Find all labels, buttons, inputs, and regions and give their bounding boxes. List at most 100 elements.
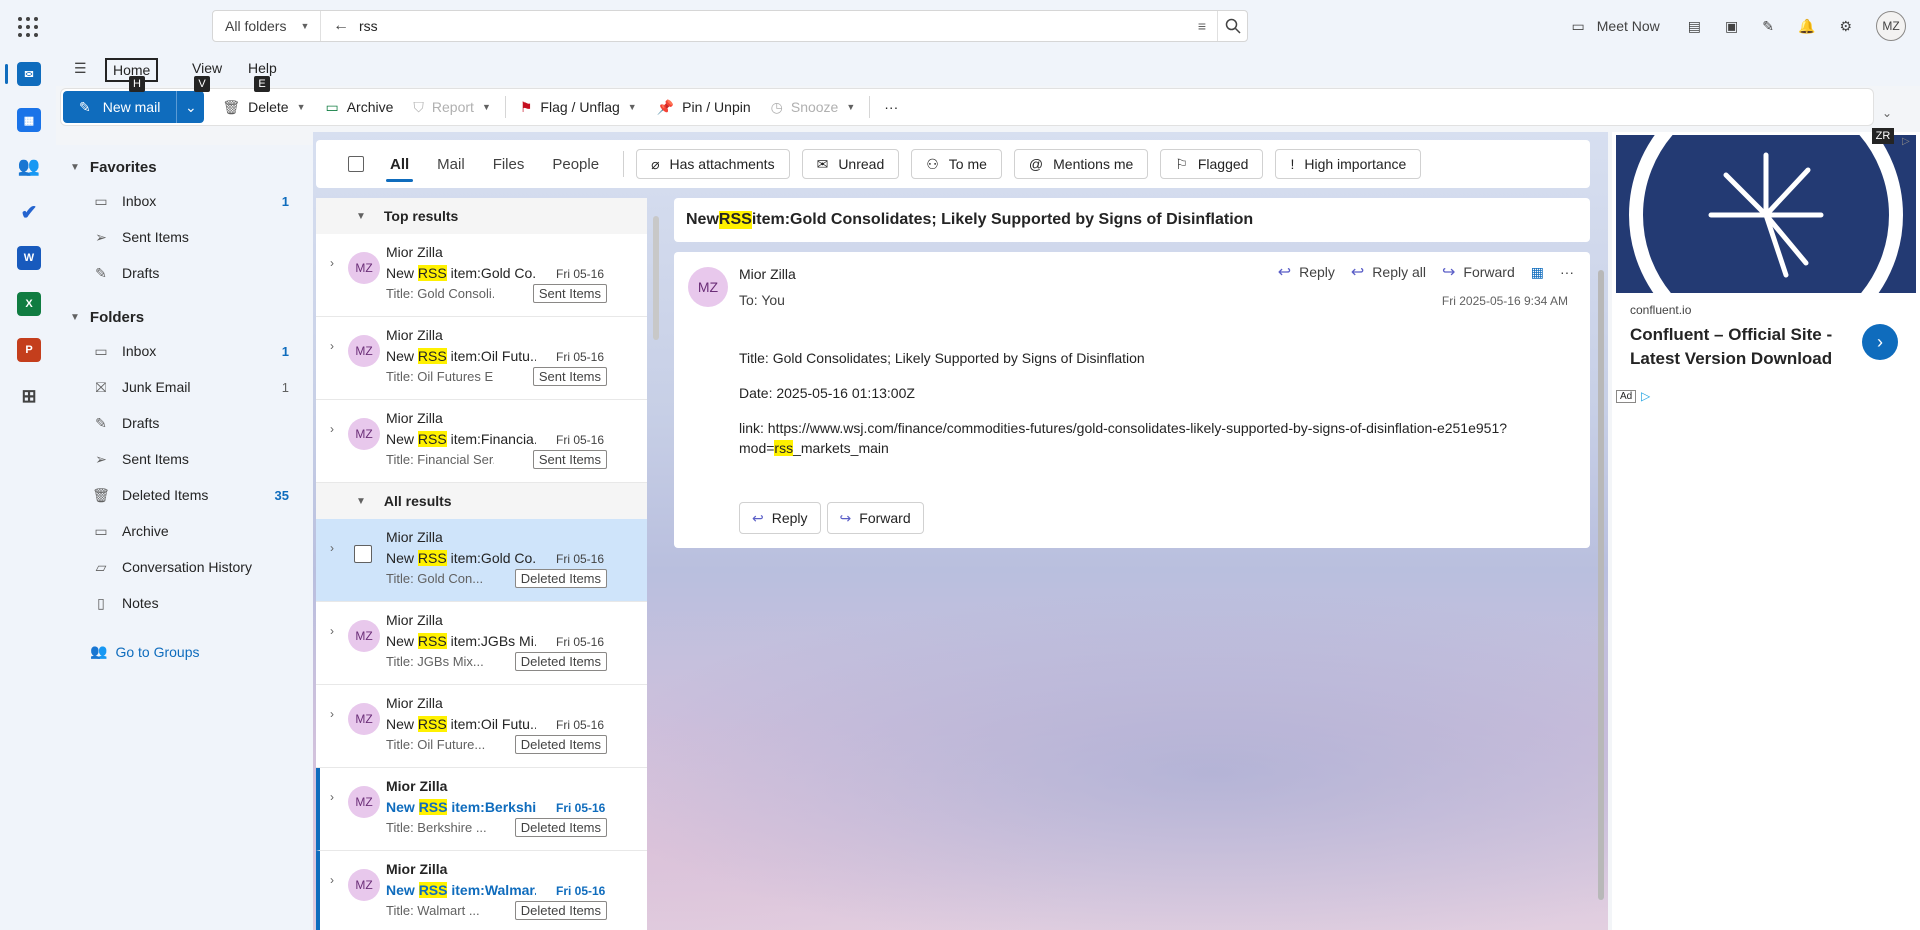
- back-arrow-icon[interactable]: ←: [333, 17, 349, 35]
- ad-title[interactable]: Confluent – Official Site - Latest Versi…: [1630, 323, 1850, 371]
- reply-button[interactable]: ↩ Reply: [1278, 262, 1335, 282]
- list-item[interactable]: › MZ Mior Zilla New RSS item:JGBs Mi... …: [316, 602, 647, 685]
- chevron-right-icon[interactable]: ›: [330, 422, 334, 436]
- chevron-down-icon: ▼: [627, 102, 637, 112]
- select-checkbox[interactable]: [354, 545, 372, 563]
- folder-conversation-history[interactable]: ▱ Conversation History: [56, 549, 313, 585]
- folder-junk-email[interactable]: ⛝ Junk Email 1: [56, 369, 313, 405]
- feedback-icon[interactable]: ✎: [1762, 18, 1774, 35]
- reply-all-button[interactable]: ↩ Reply all: [1351, 262, 1426, 282]
- filter-unread[interactable]: ✉ Unread: [801, 149, 900, 179]
- tab-files[interactable]: Files: [493, 140, 525, 188]
- filter-to-me[interactable]: ⚇ To me: [911, 149, 1002, 179]
- bell-icon[interactable]: 🔔: [1798, 18, 1815, 35]
- report-button[interactable]: ⛉ Report ▼: [403, 91, 500, 123]
- flag-unflag-button[interactable]: ⚑ Flag / Unflag ▼: [510, 91, 647, 123]
- more-apps-icon[interactable]: ⊞: [17, 384, 41, 408]
- tab-all[interactable]: All: [385, 140, 414, 188]
- search-scope-dropdown[interactable]: All folders ▼: [213, 11, 321, 41]
- chevron-right-icon[interactable]: ›: [330, 873, 334, 887]
- filter-flagged[interactable]: ⚐ Flagged: [1160, 149, 1264, 179]
- list-item[interactable]: › MZ Mior Zilla New RSS item:Financia...…: [316, 400, 647, 483]
- folder-inbox[interactable]: ▭ Inbox 1: [56, 333, 313, 369]
- reading-scrollbar[interactable]: [1598, 270, 1604, 900]
- top-results-header[interactable]: ▼ Top results: [316, 198, 647, 234]
- folder-archive[interactable]: ▭ Archive: [56, 513, 313, 549]
- avatar: MZ: [688, 267, 728, 307]
- search-icon[interactable]: [1217, 11, 1247, 41]
- filter-icon[interactable]: ≡: [1187, 18, 1217, 34]
- list-item[interactable]: › MZ Mior Zilla New RSS item:Gold Co... …: [316, 234, 647, 317]
- powerpoint-app-icon[interactable]: P: [17, 338, 41, 362]
- archive-button[interactable]: ▭ Archive: [315, 91, 403, 123]
- sender-name[interactable]: Mior Zilla: [739, 266, 796, 282]
- chevron-right-icon[interactable]: ›: [330, 541, 334, 555]
- meet-now-button[interactable]: ▭ Meet Now: [1572, 18, 1660, 35]
- folder-deleted-items[interactable]: 🗑 Deleted Items 35: [56, 477, 313, 513]
- list-item[interactable]: › MZ Mior Zilla New RSS item:Berkshi... …: [316, 768, 647, 851]
- tab-mail[interactable]: Mail: [437, 140, 465, 188]
- chevron-right-icon[interactable]: ›: [330, 790, 334, 804]
- list-item[interactable]: › Mior Zilla New RSS item:Gold Co... Fri…: [316, 519, 647, 602]
- ad-info-icon[interactable]: ▷: [1902, 136, 1910, 147]
- favorite-drafts[interactable]: ✎ Drafts: [56, 255, 313, 291]
- more-icon[interactable]: ···: [1560, 264, 1574, 280]
- more-options-button[interactable]: ···: [874, 91, 908, 123]
- delete-button[interactable]: 🗑 Delete ▼: [212, 91, 315, 123]
- mail-app-icon[interactable]: ✉: [5, 62, 41, 86]
- avatar: MZ: [348, 703, 380, 735]
- list-scrollbar[interactable]: [653, 216, 659, 340]
- ribbon-collapse-icon[interactable]: ⌄: [1882, 106, 1892, 120]
- favorite-inbox[interactable]: ▭ Inbox 1: [56, 183, 313, 219]
- account-avatar[interactable]: MZ: [1876, 11, 1906, 41]
- chevron-right-icon[interactable]: ›: [1862, 324, 1898, 360]
- select-all-checkbox[interactable]: [348, 156, 364, 172]
- word-app-icon[interactable]: W: [17, 246, 41, 270]
- list-item[interactable]: › MZ Mior Zilla New RSS item:Oil Futu...…: [316, 685, 647, 768]
- list-item[interactable]: › MZ Mior Zilla New RSS item:Oil Futu...…: [316, 317, 647, 400]
- chevron-right-icon[interactable]: ›: [330, 339, 334, 353]
- favorite-sent-items[interactable]: ➢ Sent Items: [56, 219, 313, 255]
- apps-icon[interactable]: ▦: [1531, 264, 1544, 281]
- folder-tag: Sent Items: [532, 284, 607, 303]
- search-box[interactable]: All folders ▼ ← rss ≡: [212, 10, 1248, 42]
- chevron-right-icon[interactable]: ›: [330, 624, 334, 638]
- filter-has-attachments[interactable]: ⌀ Has attachments: [636, 149, 790, 179]
- new-mail-button[interactable]: ✎ New mail: [63, 91, 177, 123]
- adchoices-icon[interactable]: ▷: [1641, 389, 1650, 403]
- pin-unpin-button[interactable]: 📌 Pin / Unpin: [647, 91, 761, 123]
- search-input[interactable]: rss: [359, 18, 1187, 34]
- snooze-button[interactable]: ◷ Snooze ▼: [761, 91, 866, 123]
- forward-bottom-button[interactable]: ↪ Forward: [826, 502, 924, 534]
- list-item[interactable]: › MZ Mior Zilla New RSS item:Walmar... F…: [316, 851, 647, 930]
- people-app-icon[interactable]: 👥: [17, 154, 41, 178]
- tab-people[interactable]: People: [552, 140, 599, 188]
- favorites-header[interactable]: ▼ Favorites: [56, 151, 313, 183]
- folder-drafts[interactable]: ✎ Drafts: [56, 405, 313, 441]
- folders-header[interactable]: ▼ Folders: [56, 301, 313, 333]
- tab-view[interactable]: View: [186, 58, 228, 78]
- forward-button[interactable]: ↪ Forward: [1442, 262, 1515, 282]
- folder-sent-items[interactable]: ➢ Sent Items: [56, 441, 313, 477]
- excel-app-icon[interactable]: X: [17, 292, 41, 316]
- teams-icon[interactable]: ▤: [1688, 18, 1701, 35]
- chevron-right-icon[interactable]: ›: [330, 256, 334, 270]
- reply-bottom-button[interactable]: ↩ Reply: [739, 502, 821, 534]
- app-launcher-icon[interactable]: [17, 16, 39, 38]
- filter-high-importance[interactable]: ! High importance: [1275, 149, 1422, 179]
- hamburger-menu-icon[interactable]: ☰: [74, 60, 87, 77]
- office-icon[interactable]: ▣: [1725, 18, 1738, 35]
- todo-app-icon[interactable]: ✔: [17, 200, 41, 224]
- tab-help[interactable]: Help: [242, 58, 283, 78]
- chevron-right-icon[interactable]: ›: [330, 707, 334, 721]
- all-results-header[interactable]: ▼ All results: [316, 483, 647, 519]
- new-mail-dropdown[interactable]: ⌄: [176, 91, 205, 123]
- filter-mentions-me[interactable]: @ Mentions me: [1013, 149, 1149, 179]
- message-link[interactable]: link: https://www.wsj.com/finance/commod…: [739, 418, 1539, 458]
- more-icon: ···: [884, 99, 899, 115]
- ad-image[interactable]: [1616, 135, 1916, 293]
- go-to-groups-link[interactable]: 👥 Go to Groups: [56, 643, 313, 660]
- folder-notes[interactable]: ▯ Notes: [56, 585, 313, 621]
- gear-icon[interactable]: ⚙: [1839, 18, 1852, 35]
- calendar-app-icon[interactable]: ▦: [17, 108, 41, 132]
